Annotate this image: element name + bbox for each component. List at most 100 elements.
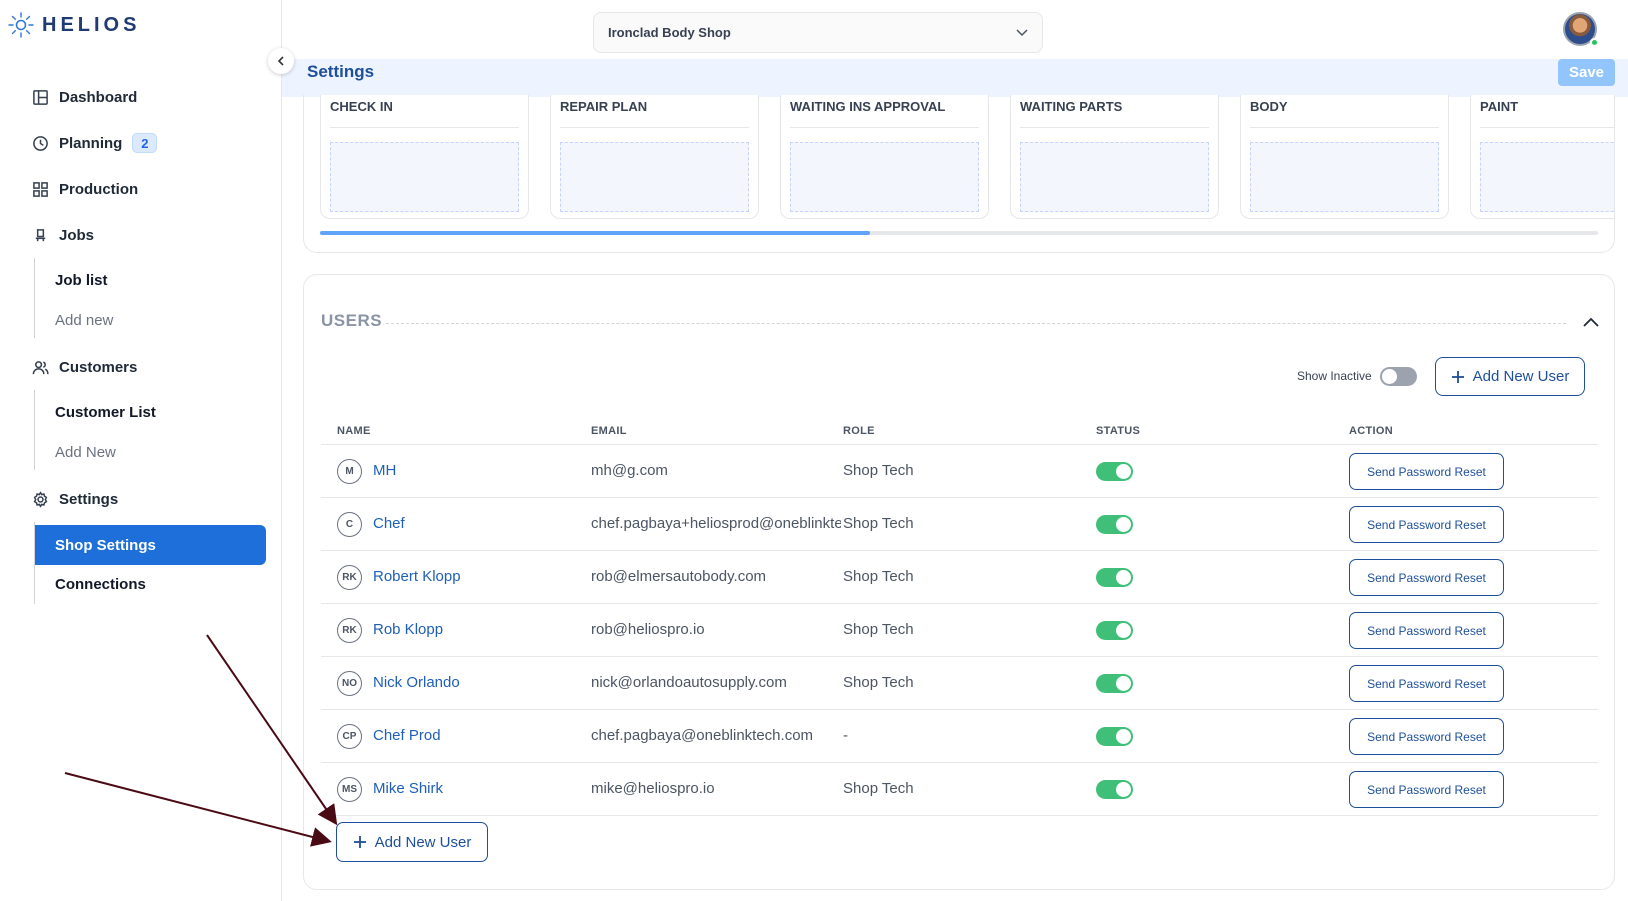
user-status-toggle[interactable] [1096,515,1133,534]
column-header-name[interactable]: NAME [337,425,371,437]
user-role: Shop Tech [843,621,914,638]
stage-drop-zone[interactable] [330,142,519,212]
stage-card-check-in[interactable]: CHECK IN [320,95,529,219]
add-new-user-bottom-button[interactable]: Add New User [336,822,488,862]
stage-card-body[interactable]: BODY [1240,95,1449,219]
stage-divider [1250,127,1439,128]
user-status-toggle[interactable] [1096,462,1133,481]
user-name-link[interactable]: Nick Orlando [373,674,460,691]
stage-card-waiting-parts[interactable]: WAITING PARTS [1010,95,1219,219]
stage-title: WAITING PARTS [1020,99,1123,114]
sidebar-item-label: Production [59,180,139,198]
user-name-link[interactable]: MH [373,462,396,479]
user-status-toggle[interactable] [1096,568,1133,587]
user-name-link[interactable]: Chef Prod [373,727,441,744]
sidebar-item-shop-settings[interactable]: Shop Settings [35,525,266,565]
send-password-reset-button[interactable]: Send Password Reset [1349,559,1504,596]
horizontal-scrollbar[interactable] [320,231,1598,235]
sidebar-item-dashboard[interactable]: Dashboard [32,85,137,109]
send-password-reset-button[interactable]: Send Password Reset [1349,665,1504,702]
table-row: NO Nick Orlando nick@orlandoautosupply.com… [321,657,1598,710]
column-header-status[interactable]: STATUS [1096,425,1140,437]
show-inactive-toggle[interactable] [1380,367,1417,386]
user-email: mike@heliospro.io [591,780,715,797]
add-new-user-label: Add New User [1472,368,1570,385]
user-initials-avatar: M [337,459,362,484]
stage-title: PAINT [1480,99,1519,114]
user-status-toggle[interactable] [1096,780,1133,799]
user-status-toggle[interactable] [1096,674,1133,693]
sidebar-item-connections[interactable]: Connections [55,574,146,596]
user-name-link[interactable]: Chef [373,515,405,532]
sidebar-item-settings[interactable]: Settings [32,487,118,511]
user-email: mh@g.com [591,462,668,479]
online-status-dot [1590,38,1599,47]
sidebar: HELIOS Dashboard Planning 2 Production J… [0,0,282,901]
chevron-left-icon [277,56,284,66]
scrollbar-thumb[interactable] [320,231,871,235]
customers-submenu-line [34,390,35,470]
stage-drop-zone[interactable] [1250,142,1439,212]
user-email: chef.pagbaya@oneblinktech.com [591,727,814,744]
stage-card-paint[interactable]: PAINT [1470,95,1614,219]
sidebar-item-jobs-add-new[interactable]: Add new [55,310,113,332]
send-password-reset-button[interactable]: Send Password Reset [1349,718,1504,755]
user-status-toggle[interactable] [1096,621,1133,640]
send-password-reset-button[interactable]: Send Password Reset [1349,771,1504,808]
sun-logo-icon [8,12,34,38]
table-row: MS Mike Shirk mike@heliospro.io Shop Tech Se… [321,763,1598,816]
section-divider [386,323,1566,324]
user-name-link[interactable]: Mike Shirk [373,780,443,797]
stage-card-waiting-ins-approval[interactable]: WAITING INS APPROVAL [780,95,989,219]
stage-drop-zone[interactable] [1480,142,1614,212]
send-password-reset-button[interactable]: Send Password Reset [1349,453,1504,490]
table-row: M MH mh@g.com Shop Tech Send Password Reset [321,445,1598,498]
user-role: Shop Tech [843,674,914,691]
column-header-email[interactable]: EMAIL [591,425,627,437]
stage-divider [330,127,519,128]
planning-count-badge: 2 [132,133,158,153]
users-section-title: USERS [321,311,383,330]
plus-icon [353,836,366,848]
sidebar-item-label: Planning [59,134,123,152]
stage-drop-zone[interactable] [1020,142,1209,212]
sidebar-collapse-button[interactable] [268,48,294,74]
shop-selector[interactable]: Ironclad Body Shop [593,12,1043,53]
user-email: rob@heliospro.io [591,621,705,638]
stage-title: CHECK IN [330,99,393,114]
add-new-user-button[interactable]: Add New User [1435,357,1585,396]
chevron-up-icon[interactable] [1582,315,1600,329]
save-button[interactable]: Save [1558,59,1615,86]
send-password-reset-button[interactable]: Send Password Reset [1349,506,1504,543]
user-name-link[interactable]: Rob Klopp [373,621,443,638]
sidebar-item-customers-add-new[interactable]: Add New [55,442,116,464]
helios-logo[interactable]: HELIOS [8,12,140,38]
stage-title: REPAIR PLAN [560,99,648,114]
table-row: CP Chef Prod chef.pagbaya@oneblinktech.com… [321,710,1598,763]
stage-card-repair-plan[interactable]: REPAIR PLAN [550,95,759,219]
sidebar-item-production[interactable]: Production [32,177,138,201]
send-password-reset-button[interactable]: Send Password Reset [1349,612,1504,649]
sidebar-item-planning[interactable]: Planning 2 [32,131,158,155]
column-header-role[interactable]: ROLE [843,425,875,437]
plus-icon [1451,370,1464,383]
sidebar-item-label: Settings [59,490,119,508]
user-status-toggle[interactable] [1096,727,1133,746]
add-new-user-label: Add New User [374,833,472,851]
shop-selector-value: Ironclad Body Shop [608,25,731,40]
workflow-stages-panel: CHECK IN REPAIR PLAN WAITING INS APPROVA… [303,95,1615,253]
stage-drop-zone[interactable] [790,142,979,212]
user-initials-avatar: MS [337,777,362,802]
stage-drop-zone[interactable] [560,142,749,212]
sidebar-item-customer-list[interactable]: Customer List [55,402,156,424]
stage-divider [790,127,979,128]
user-name-link[interactable]: Robert Klopp [373,568,461,585]
sidebar-item-job-list[interactable]: Job list [55,270,108,292]
table-row: RK Rob Klopp rob@heliospro.io Shop Tech Send… [321,604,1598,657]
sidebar-item-label: Shop Settings [55,536,156,554]
jobs-submenu-line [34,258,35,338]
sidebar-item-customers[interactable]: Customers [32,355,137,379]
sidebar-item-jobs[interactable]: Jobs [32,223,94,247]
show-inactive-label: Show Inactive [1297,369,1372,383]
clock-icon [33,135,48,151]
